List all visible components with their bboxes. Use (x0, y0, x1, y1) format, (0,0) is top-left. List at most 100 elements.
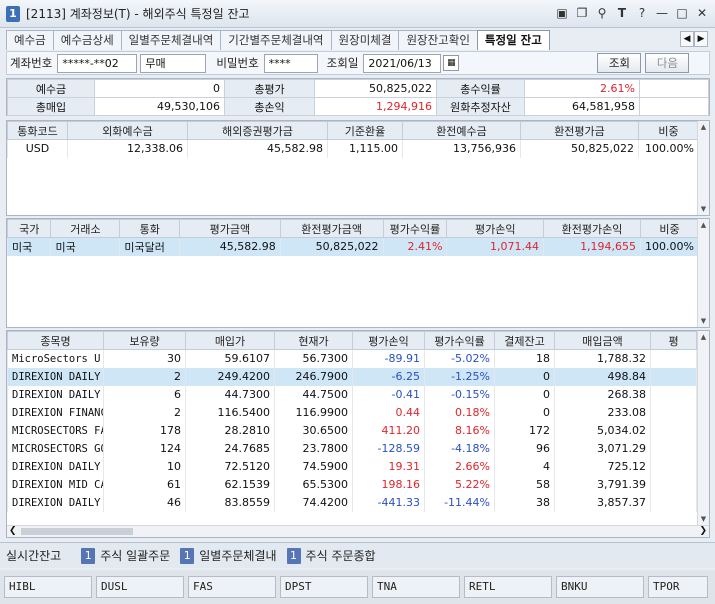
country-scrollbar[interactable]: ▲ ▼ (697, 219, 709, 327)
cell-eval-return: 5.22% (424, 475, 495, 494)
table-row[interactable]: DIREXION FINANC 2 116.5400 116.9900 0.44 0.18… (7, 403, 697, 422)
restore-icon[interactable]: ▣ (555, 6, 569, 20)
window-badge: 1 (6, 5, 20, 22)
col-krw-deposit: 환전예수금 (402, 121, 521, 140)
cell-buy-amount: 498.84 (554, 367, 651, 386)
currency-scrollbar[interactable]: ▲ ▼ (697, 121, 709, 215)
table-row[interactable]: DIREXION DAILY 10 72.5120 74.5900 19.31 2.66%… (7, 457, 697, 476)
help-icon[interactable]: ? (635, 6, 649, 20)
cell-current-price: 56.7300 (274, 349, 353, 368)
table-row[interactable]: MICROSECTORS FA 178 28.2810 30.6500 411.20 8.… (7, 421, 697, 440)
scroll-down-icon[interactable]: ▼ (698, 513, 709, 525)
realtime-balance-label[interactable]: 실시간잔고 (6, 547, 61, 564)
holdings-panel: 종목명 보유량 매입가 현재가 평가손익 평가수익률 결제잔고 매입금액 평 M… (6, 330, 710, 538)
col-current-price: 현재가 (274, 331, 353, 350)
item-badge: 1 (81, 547, 96, 564)
tab-deposit[interactable]: 예수금 (6, 30, 54, 50)
total-pl-label: 총손익 (224, 97, 315, 116)
scroll-thumb[interactable] (21, 528, 133, 535)
account-number-field[interactable]: *****-**02 (57, 53, 138, 73)
scroll-up-icon[interactable]: ▲ (698, 331, 709, 343)
ticker-fas[interactable]: FAS (188, 576, 276, 598)
cell-more (650, 475, 697, 494)
scroll-left-icon[interactable]: ❮ (9, 526, 17, 537)
tab-balance-check[interactable]: 원장잔고확인 (398, 30, 478, 50)
col-currency: 통화 (119, 219, 181, 238)
deposit-value: 0 (94, 79, 225, 98)
ticker-bnku[interactable]: BNKU (556, 576, 644, 598)
ticker-tpor[interactable]: TPOR (648, 576, 708, 598)
cell-current-price: 44.7500 (274, 385, 353, 404)
scroll-down-icon[interactable]: ▼ (698, 203, 709, 215)
account-type-field[interactable]: 무매 (140, 53, 207, 73)
table-row[interactable]: DIREXION DAILY 6 44.7300 44.7500 -0.41 -0.15%… (7, 385, 697, 404)
tab-unfilled[interactable]: 원장미체결 (330, 30, 400, 50)
cell-eval-pl: -441.33 (352, 493, 425, 512)
pin-icon[interactable]: ⚲ (595, 6, 609, 20)
cell-eval-pl: 0.44 (352, 403, 425, 422)
col-weight: 비중 (638, 121, 699, 140)
cell-current-price: 23.7800 (274, 439, 353, 458)
ticker-dusl[interactable]: DUSL (96, 576, 184, 598)
scroll-up-icon[interactable]: ▲ (698, 121, 709, 133)
cell-quantity: 61 (103, 475, 186, 494)
ticker-dpst[interactable]: DPST (280, 576, 368, 598)
maximize-icon[interactable]: □ (675, 6, 689, 20)
date-label: 조회일 (326, 56, 359, 70)
cell-country: 미국 (6, 237, 52, 256)
ticker-hibl[interactable]: HIBL (4, 576, 92, 598)
scroll-right-icon[interactable]: ❯ (699, 526, 707, 537)
cell-more (650, 367, 697, 386)
bottom-item-order-summary[interactable]: 1 주식 주문종합 (286, 547, 376, 564)
holdings-vscroll[interactable]: ▲ ▼ (697, 331, 709, 525)
tab-deposit-detail[interactable]: 예수금상세 (52, 30, 122, 50)
cell-eval-return: -11.44% (424, 493, 495, 512)
cell-stock-name: DIREXION DAILY (7, 367, 104, 386)
tab-right-icon[interactable]: ▶ (694, 31, 708, 47)
cell-settled-balance: 58 (494, 475, 555, 494)
cell-krw-eval-amount: 50,825,022 (279, 237, 384, 256)
font-icon[interactable]: T (615, 6, 629, 20)
minimize-icon[interactable]: — (655, 6, 669, 20)
cell-eval-return: -0.15% (424, 385, 495, 404)
copy-icon[interactable]: ❐ (575, 6, 589, 20)
password-field[interactable]: **** (263, 53, 318, 73)
table-row[interactable]: 미국 미국 미국달러 45,582.98 50,825,022 2.41% 1,… (6, 237, 699, 256)
date-field[interactable]: 2021/06/13 (363, 53, 442, 73)
calendar-icon[interactable]: ▦ (443, 55, 460, 71)
bottom-item-bulk-order[interactable]: 1 주식 일괄주문 (81, 547, 170, 564)
search-button[interactable]: 조회 (597, 53, 642, 73)
tab-specific-date-balance[interactable]: 특정일 잔고 (476, 30, 550, 50)
window-title: [2113] 계좌정보(T) - 해외주식 특정일 잔고 (26, 7, 250, 21)
ticker-retl[interactable]: RETL (464, 576, 552, 598)
cell-eval-pl: -0.41 (352, 385, 425, 404)
table-row[interactable]: USD 12,338.06 45,582.98 1,115.00 13,756,… (7, 139, 699, 158)
col-eval-amount: 평가금액 (179, 219, 281, 238)
next-button[interactable]: 다음 (645, 53, 690, 73)
scroll-down-icon[interactable]: ▼ (698, 315, 709, 327)
table-row[interactable]: MICROSECTORS GO 124 24.7685 23.7800 -128.59-… (7, 439, 697, 458)
ticker-tna[interactable]: TNA (372, 576, 460, 598)
table-row[interactable]: DIREXION DAILY 2 249.4200 246.7900 -6.25 -1.2… (7, 367, 697, 386)
holdings-hscroll[interactable]: ❮ ❯ (7, 525, 709, 537)
bottom-item-daily-orders[interactable]: 1 일별주문체결내 (180, 547, 277, 564)
cell-buy-price: 59.6107 (185, 349, 275, 368)
cell-quantity: 10 (103, 457, 186, 476)
cell-eval-pl: -89.91 (352, 349, 425, 368)
cell-eval-pl: 1,071.44 (446, 237, 544, 256)
cell-eval-pl: 411.20 (352, 421, 425, 440)
cell-buy-price: 116.5400 (185, 403, 275, 422)
cell-buy-amount: 1,788.32 (554, 349, 651, 368)
close-icon[interactable]: ✕ (695, 6, 709, 20)
table-row[interactable]: MicroSectors U. 30 59.6107 56.7300 -89.91 -5.… (7, 349, 697, 368)
cell-buy-price: 44.7300 (185, 385, 275, 404)
table-row[interactable]: DIREXION MID CA 61 62.1539 65.5300 198.16 5.2… (7, 475, 697, 494)
cell-buy-amount: 3,791.39 (554, 475, 651, 494)
tab-left-icon[interactable]: ◀ (680, 31, 694, 47)
col-eval-return: 평가수익률 (382, 219, 448, 238)
tab-period-orders[interactable]: 기간별주문체결내역 (220, 30, 332, 50)
scroll-up-icon[interactable]: ▲ (698, 219, 709, 231)
cell-stock-name: DIREXION DAILY (7, 385, 104, 404)
table-row[interactable]: DIREXION DAILY 46 83.8559 74.4200 -441.33 -11… (7, 493, 697, 512)
tab-daily-orders[interactable]: 일별주문체결내역 (120, 30, 222, 50)
